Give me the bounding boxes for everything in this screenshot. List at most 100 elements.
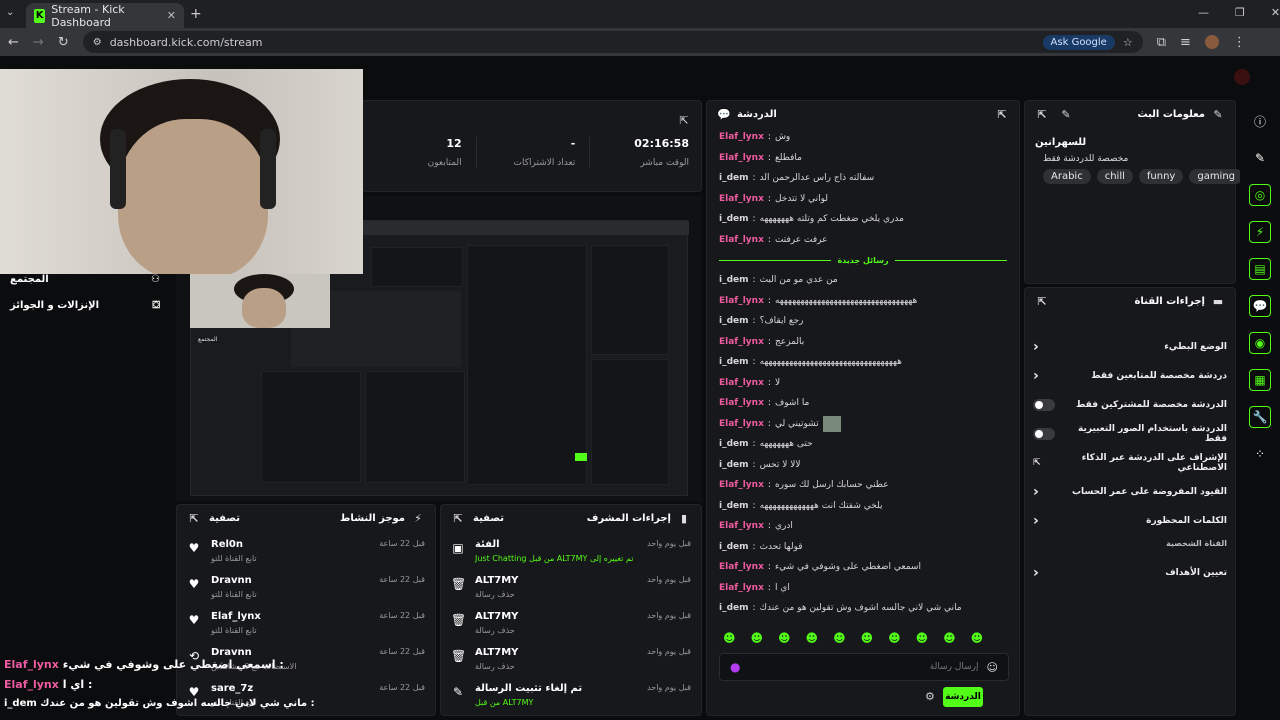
media-icon[interactable]: ≡ [1180,35,1191,50]
emote-icon[interactable]: ☻ [778,631,791,645]
tag[interactable]: Arabic [1043,169,1091,184]
tag[interactable]: chill [1096,169,1133,184]
chat-username[interactable]: Elaf_lynx [719,583,764,593]
followers-only-row[interactable]: دردشة مخصصة للمتابعين فقط ‹ [1025,361,1235,390]
close-window-icon[interactable]: ✕ [1271,6,1280,19]
site-info-icon[interactable]: ⚙ [93,37,102,48]
tab-list-icon[interactable]: ⌄ [6,7,14,18]
info-icon[interactable]: ⓘ [1249,110,1271,132]
bookmark-star-icon[interactable]: ☆ [1123,36,1133,49]
emote-icon[interactable]: ☻ [861,631,874,645]
emote-icon[interactable]: ☻ [723,631,736,645]
mod-action-item[interactable]: ✎ تم إلغاء تثبيت الرسالة من قبل ALT7MY قبل… [441,683,701,719]
chat-message[interactable]: i_dem: ماني شي لاني جالسه اشوف وش تقولين … [719,598,1007,619]
reload-icon[interactable]: ↻ [58,35,69,50]
activity-item[interactable]: ♥ Rel0n تابع القناة للتو قبل 22 ساعة [177,539,435,575]
clip-icon[interactable]: ◎ [1249,184,1271,206]
ask-google-button[interactable]: Ask Google [1042,34,1115,50]
chat-message[interactable]: i_dem: قولها تحدث [719,537,1007,558]
restore-icon[interactable]: ❐ [1235,6,1245,19]
activity-item[interactable]: ♥ Dravnn تابع القناة للتو قبل 22 ساعة [177,575,435,611]
emote-icon[interactable]: ☻ [751,631,764,645]
chat-message[interactable]: i_dem: سفالته ذاج راس عدالرحمن الد [719,168,1007,189]
url-field[interactable]: ⚙ dashboard.kick.com/stream Ask Google ☆ [82,31,1143,53]
subscribers-only-row[interactable]: الدردشة مخصصة للمشتركين فقط [1025,390,1235,419]
slow-mode-row[interactable]: الوضع البطيء ‹ [1025,332,1235,361]
chat-message[interactable]: Elaf_lynx: عرفت عرفتت [719,230,1007,251]
chat-message[interactable]: Elaf_lynx: اسمعي اضغطي على وشوفي في شيء [719,557,1007,578]
chat-username[interactable]: Elaf_lynx [719,398,764,408]
chat-message[interactable]: i_dem: هههههههههههههههههههههههههههههههههه [719,352,1007,373]
sidebar-community[interactable]: ⚇ المجتمع [10,274,160,285]
chat-message[interactable]: Elaf_lynx: لواني لا تتدخل [719,189,1007,210]
chat-message[interactable]: i_dem: حتى هههههههه [719,434,1007,455]
tag[interactable]: gaming [1189,169,1244,184]
chat-message[interactable]: Elaf_lynx: ادري [719,516,1007,537]
chat-gear-icon[interactable]: ⚙ [925,690,935,703]
chat-username[interactable]: Elaf_lynx [719,153,764,163]
chat-popout-icon[interactable]: ⇱ [995,107,1009,121]
goals-row[interactable]: تعيين الأهداف ‹ [1025,558,1235,587]
emote-icon[interactable]: ☻ [943,631,956,645]
emote-icon[interactable]: ☻ [833,631,846,645]
chat-message[interactable]: Elaf_lynx: ما اشوف [719,393,1007,414]
chat-username[interactable]: Elaf_lynx [719,480,764,490]
chat-username[interactable]: Elaf_lynx [719,521,764,531]
chat-username[interactable]: i_dem [719,439,749,449]
new-tab-icon[interactable]: + [190,6,202,22]
info-popout-icon[interactable]: ⇱ [1035,107,1049,121]
mod-popout-icon[interactable]: ⇱ [451,511,465,525]
mod-action-item[interactable]: 🗑 ALT7MY حذف رسالة قبل يوم واحد [441,575,701,611]
chat-username[interactable]: i_dem [719,460,749,470]
chat-username[interactable]: i_dem [719,275,749,285]
emote-icon[interactable]: ☻ [806,631,819,645]
chat-username[interactable]: i_dem [719,357,749,367]
chat-message[interactable]: Elaf_lynx: وش [719,127,1007,148]
activity-item[interactable]: ♥ Elaf_lynx تابع القناة للتو قبل 22 ساعة [177,611,435,647]
chat-username[interactable]: i_dem [719,214,749,224]
document-icon[interactable]: ▤ [1249,258,1271,280]
mic-icon[interactable]: ● [730,660,740,674]
user-avatar[interactable] [1234,69,1250,85]
tag[interactable]: funny [1138,169,1184,184]
chat-message[interactable]: i_dem: يلخي شفتك انت هههههههههههههه [719,496,1007,517]
chat-username[interactable]: i_dem [719,173,749,183]
chat-message[interactable]: Elaf_lynx: عطني حسابك ارسل لك سوره [719,475,1007,496]
forward-icon[interactable]: → [33,35,44,50]
sidebar-rewards[interactable]: ⛋ الإنزالات و الجوائز [10,300,160,311]
emote-only-row[interactable]: الدردشة باستخدام الصور التعبيرية فقط [1025,419,1235,448]
wrench-icon[interactable]: 🔧 [1249,406,1271,428]
chat-message[interactable]: Elaf_lynx: بالمزعج [719,332,1007,353]
extensions-icon[interactable]: ⧉ [1157,35,1166,50]
chat-username[interactable]: i_dem [719,603,749,613]
activity-filter-button[interactable]: تصفية [209,513,240,524]
chat-username[interactable]: i_dem [719,542,749,552]
chat-message[interactable]: i_dem: من عدي مو من البث [719,270,1007,291]
emote-only-toggle[interactable] [1033,427,1055,440]
chat-username[interactable]: Elaf_lynx [719,562,764,572]
chat-message[interactable]: Elaf_lynx: مافطلع [719,148,1007,169]
minimize-icon[interactable]: — [1198,6,1209,19]
chat-message[interactable]: i_dem: رجع ايقاف؟ [719,311,1007,332]
banned-words-row[interactable]: الكلمات المحظورة ‹ [1025,506,1235,535]
emoji-picker-icon[interactable]: ☺ [987,661,998,674]
mod-action-item[interactable]: ▣ الفئة Just Chatting من قبل ALT7MY تم تغي… [441,539,701,575]
channel-popout-icon[interactable]: ⇱ [1035,294,1049,308]
chat-message[interactable]: i_dem: لالا لا تحس [719,455,1007,476]
mod-action-item[interactable]: 🗑 ALT7MY حذف رسالة قبل يوم واحد [441,647,701,683]
chat-input[interactable]: ☺ إرسال رسالة ● [719,653,1009,681]
ai-moderation-row[interactable]: الإشراف على الدردشة عبر الذكاء الاصطناعي… [1025,448,1235,477]
chat-username[interactable]: Elaf_lynx [719,132,764,142]
chat-username[interactable]: i_dem [719,316,749,326]
info-edit-icon[interactable]: ✎ [1059,107,1073,121]
chat-username[interactable]: Elaf_lynx [719,419,764,429]
chat-message[interactable]: i_dem: مدري يلخي ضغطت كم وتلته هههههههه [719,209,1007,230]
chat-message[interactable]: Elaf_lynx: اي ا [719,578,1007,599]
account-age-row[interactable]: القيود المفروضة على عمر الحساب ‹ [1025,477,1235,506]
pencil-icon[interactable]: ✎ [1249,147,1271,169]
broadcast-icon[interactable]: ◉ [1249,332,1271,354]
popout-icon[interactable]: ⇱ [677,109,691,128]
lightning-icon[interactable]: ⚡ [1249,221,1271,243]
chat-username[interactable]: i_dem [719,501,749,511]
mod-filter-button[interactable]: تصفية [473,513,504,524]
